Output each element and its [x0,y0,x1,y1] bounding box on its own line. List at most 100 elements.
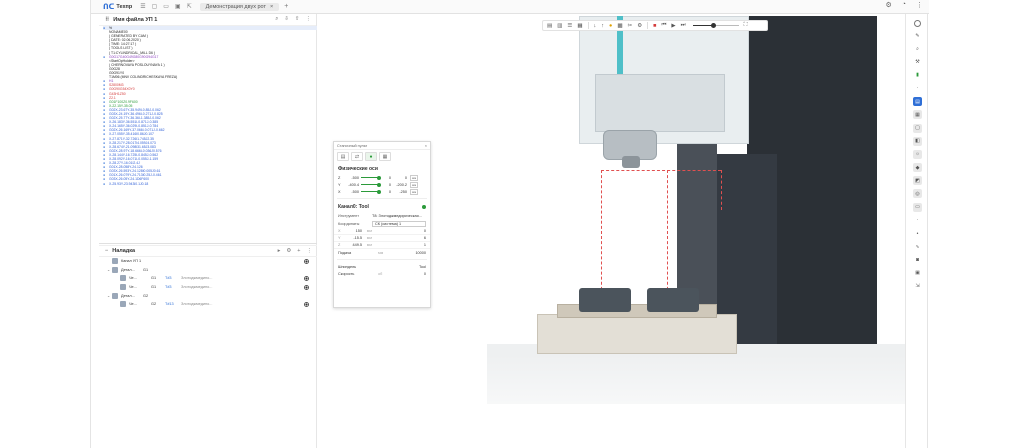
tab-close-icon[interactable]: × [270,4,273,10]
nc-program-code[interactable]: ●% NONAME00( GENERATED BY CAM )( DATE: 02… [99,26,317,242]
layers-icon[interactable]: ▤ [913,97,922,107]
tab-axes-icon[interactable]: ⇄ [351,152,363,161]
active-radio[interactable] [304,284,309,290]
axis-slider[interactable] [361,175,381,180]
coord-row: X 150 мм 0 [334,228,430,235]
play-icon[interactable]: ▶ [671,23,675,29]
fullscreen-icon[interactable]: ⛶ [744,22,748,29]
layout-icon[interactable]: ▥ [557,23,562,29]
tree-row[interactable]: Канал УП 1 [99,257,317,266]
cut-icon[interactable]: ✂ [628,23,633,29]
active-radio[interactable] [304,258,309,264]
coord-value[interactable]: 150 [350,229,362,233]
battery-icon[interactable]: ▮ [913,71,922,80]
code-line[interactable]: ● X-25.93Y-23.943I0.1J0.18 [103,182,317,186]
camera-icon[interactable]: ◙ [913,255,922,264]
open-folder-icon[interactable]: ▭ [163,3,169,10]
active-radio[interactable] [304,275,309,281]
add-tab-button[interactable]: + [284,3,288,10]
coord-system-select[interactable]: СК (система) 1 [372,221,426,227]
tool-icon[interactable]: ⚒ [913,58,922,67]
dot-icon[interactable]: • [913,229,922,238]
export-icon[interactable]: ⇱ [187,3,192,10]
axis-name: X [338,189,341,194]
speed-value[interactable]: 0 [392,272,426,276]
more-icon[interactable]: ⋮ [306,16,312,23]
play-icon[interactable]: ▸ [278,248,281,254]
drag-handle-icon[interactable]: ⠿ [105,17,109,23]
coord-value[interactable]: 449.5 [350,243,362,247]
tree-row[interactable]: ⌄ Детал... G1 [99,266,317,275]
tab-status-icon[interactable]: ● [365,152,377,161]
pen-icon[interactable]: ✎ [913,31,922,40]
axis-slider-knob[interactable] [377,182,381,187]
axis-slider-knob[interactable] [377,189,381,194]
grid-icon[interactable]: ▩ [617,23,622,29]
part-icon [112,292,118,299]
tab-keyboard-icon[interactable]: ▦ [379,152,391,161]
settings-icon[interactable]: ⚙ [637,23,642,29]
spindle-value: Tool [419,264,426,269]
workpiece-vise [579,288,631,312]
wave-icon[interactable]: ∿ [913,242,922,251]
active-radio[interactable] [304,301,309,307]
document-tab[interactable]: Демонстрация двух рот × [199,2,280,11]
tab-table-icon[interactable]: ▤ [337,152,349,161]
cube-icon[interactable]: ◩ [913,176,922,186]
save-icon[interactable]: ▣ [175,3,181,10]
arrow-up-icon[interactable]: ↑ [601,23,604,29]
grid-icon[interactable]: ▦ [913,110,922,120]
download-icon[interactable]: ⇩ [284,16,289,23]
save-icon[interactable]: ▣ [913,269,922,278]
axis-current[interactable]: -250 [391,190,407,194]
skip-forward-icon[interactable]: ⏭ [681,22,686,29]
tree-row[interactable]: Че... G1 Т#3 Злотоджмедино... [99,283,317,292]
tree-row[interactable]: ⌄ Детал... G2 [99,291,317,300]
list-icon[interactable]: ☰ [567,23,572,29]
code-text: T1M06 (MNV COLINDRICHESKAYA FREZA) [109,75,178,80]
help-icon[interactable]: ◔ [902,1,906,9]
gear-icon[interactable]: ⚙ [286,248,291,254]
stop-icon[interactable]: ■ [653,23,656,29]
close-icon[interactable]: × [425,144,427,148]
view-icon[interactable]: ◧ [913,136,922,146]
ruler-icon[interactable]: ▭ [913,202,922,212]
skip-back-icon[interactable]: ⏮ [661,22,666,29]
axis-current[interactable]: -200.2 [391,183,407,187]
axis-current[interactable]: 0 [391,176,407,180]
feed-value[interactable]: 10000 [392,251,426,255]
more-icon[interactable]: ⋮ [307,248,313,254]
arrow-down-icon[interactable]: ↓ [594,23,597,29]
collapse-icon[interactable]: − [105,248,108,254]
panel-divider[interactable] [99,243,317,244]
warning-icon[interactable]: ● [609,23,612,29]
panel-icon[interactable]: ▦ [577,23,582,29]
tree-row[interactable]: Че... G1 Т#3 Злотоджмедино... [99,274,317,283]
axis-slider-knob[interactable] [377,175,381,180]
speed-slider[interactable] [692,22,739,28]
view-icon[interactable]: ▤ [547,23,552,29]
export-icon[interactable]: ⇲ [913,282,922,291]
coord-offset: 6 [423,236,426,240]
shape-icon[interactable]: ◆ [913,163,922,173]
coord-value[interactable]: -15.5 [350,236,362,240]
settings-icon[interactable]: ⚙ [885,1,891,9]
tool-value[interactable]: Т8: Злотоджмедирическая... [372,214,426,218]
zoom-icon[interactable]: ⌕ [913,44,922,53]
tree-row[interactable]: Че... G2 Т#13 Злотоджмедино... [99,300,317,309]
more-icon[interactable]: ⋮ [916,1,923,9]
target-icon[interactable]: ◎ [913,189,922,199]
new-file-icon[interactable]: ▢ [152,3,158,10]
menu-icon[interactable]: ☰ [140,3,145,10]
axis-slider[interactable] [361,189,381,194]
add-icon[interactable] [914,20,921,27]
light-icon[interactable]: ☼ [913,149,922,159]
speed-row: Скорость об 0 [334,270,430,277]
upload-icon[interactable]: ⇧ [295,16,300,23]
box-icon[interactable]: ▢ [913,123,922,133]
add-icon[interactable]: + [297,248,300,254]
axis-slider[interactable] [361,182,381,187]
machine-table [537,314,737,354]
control-panel-header: Станочный пульт × [334,142,430,150]
search-icon[interactable]: ⌕ [275,16,278,23]
